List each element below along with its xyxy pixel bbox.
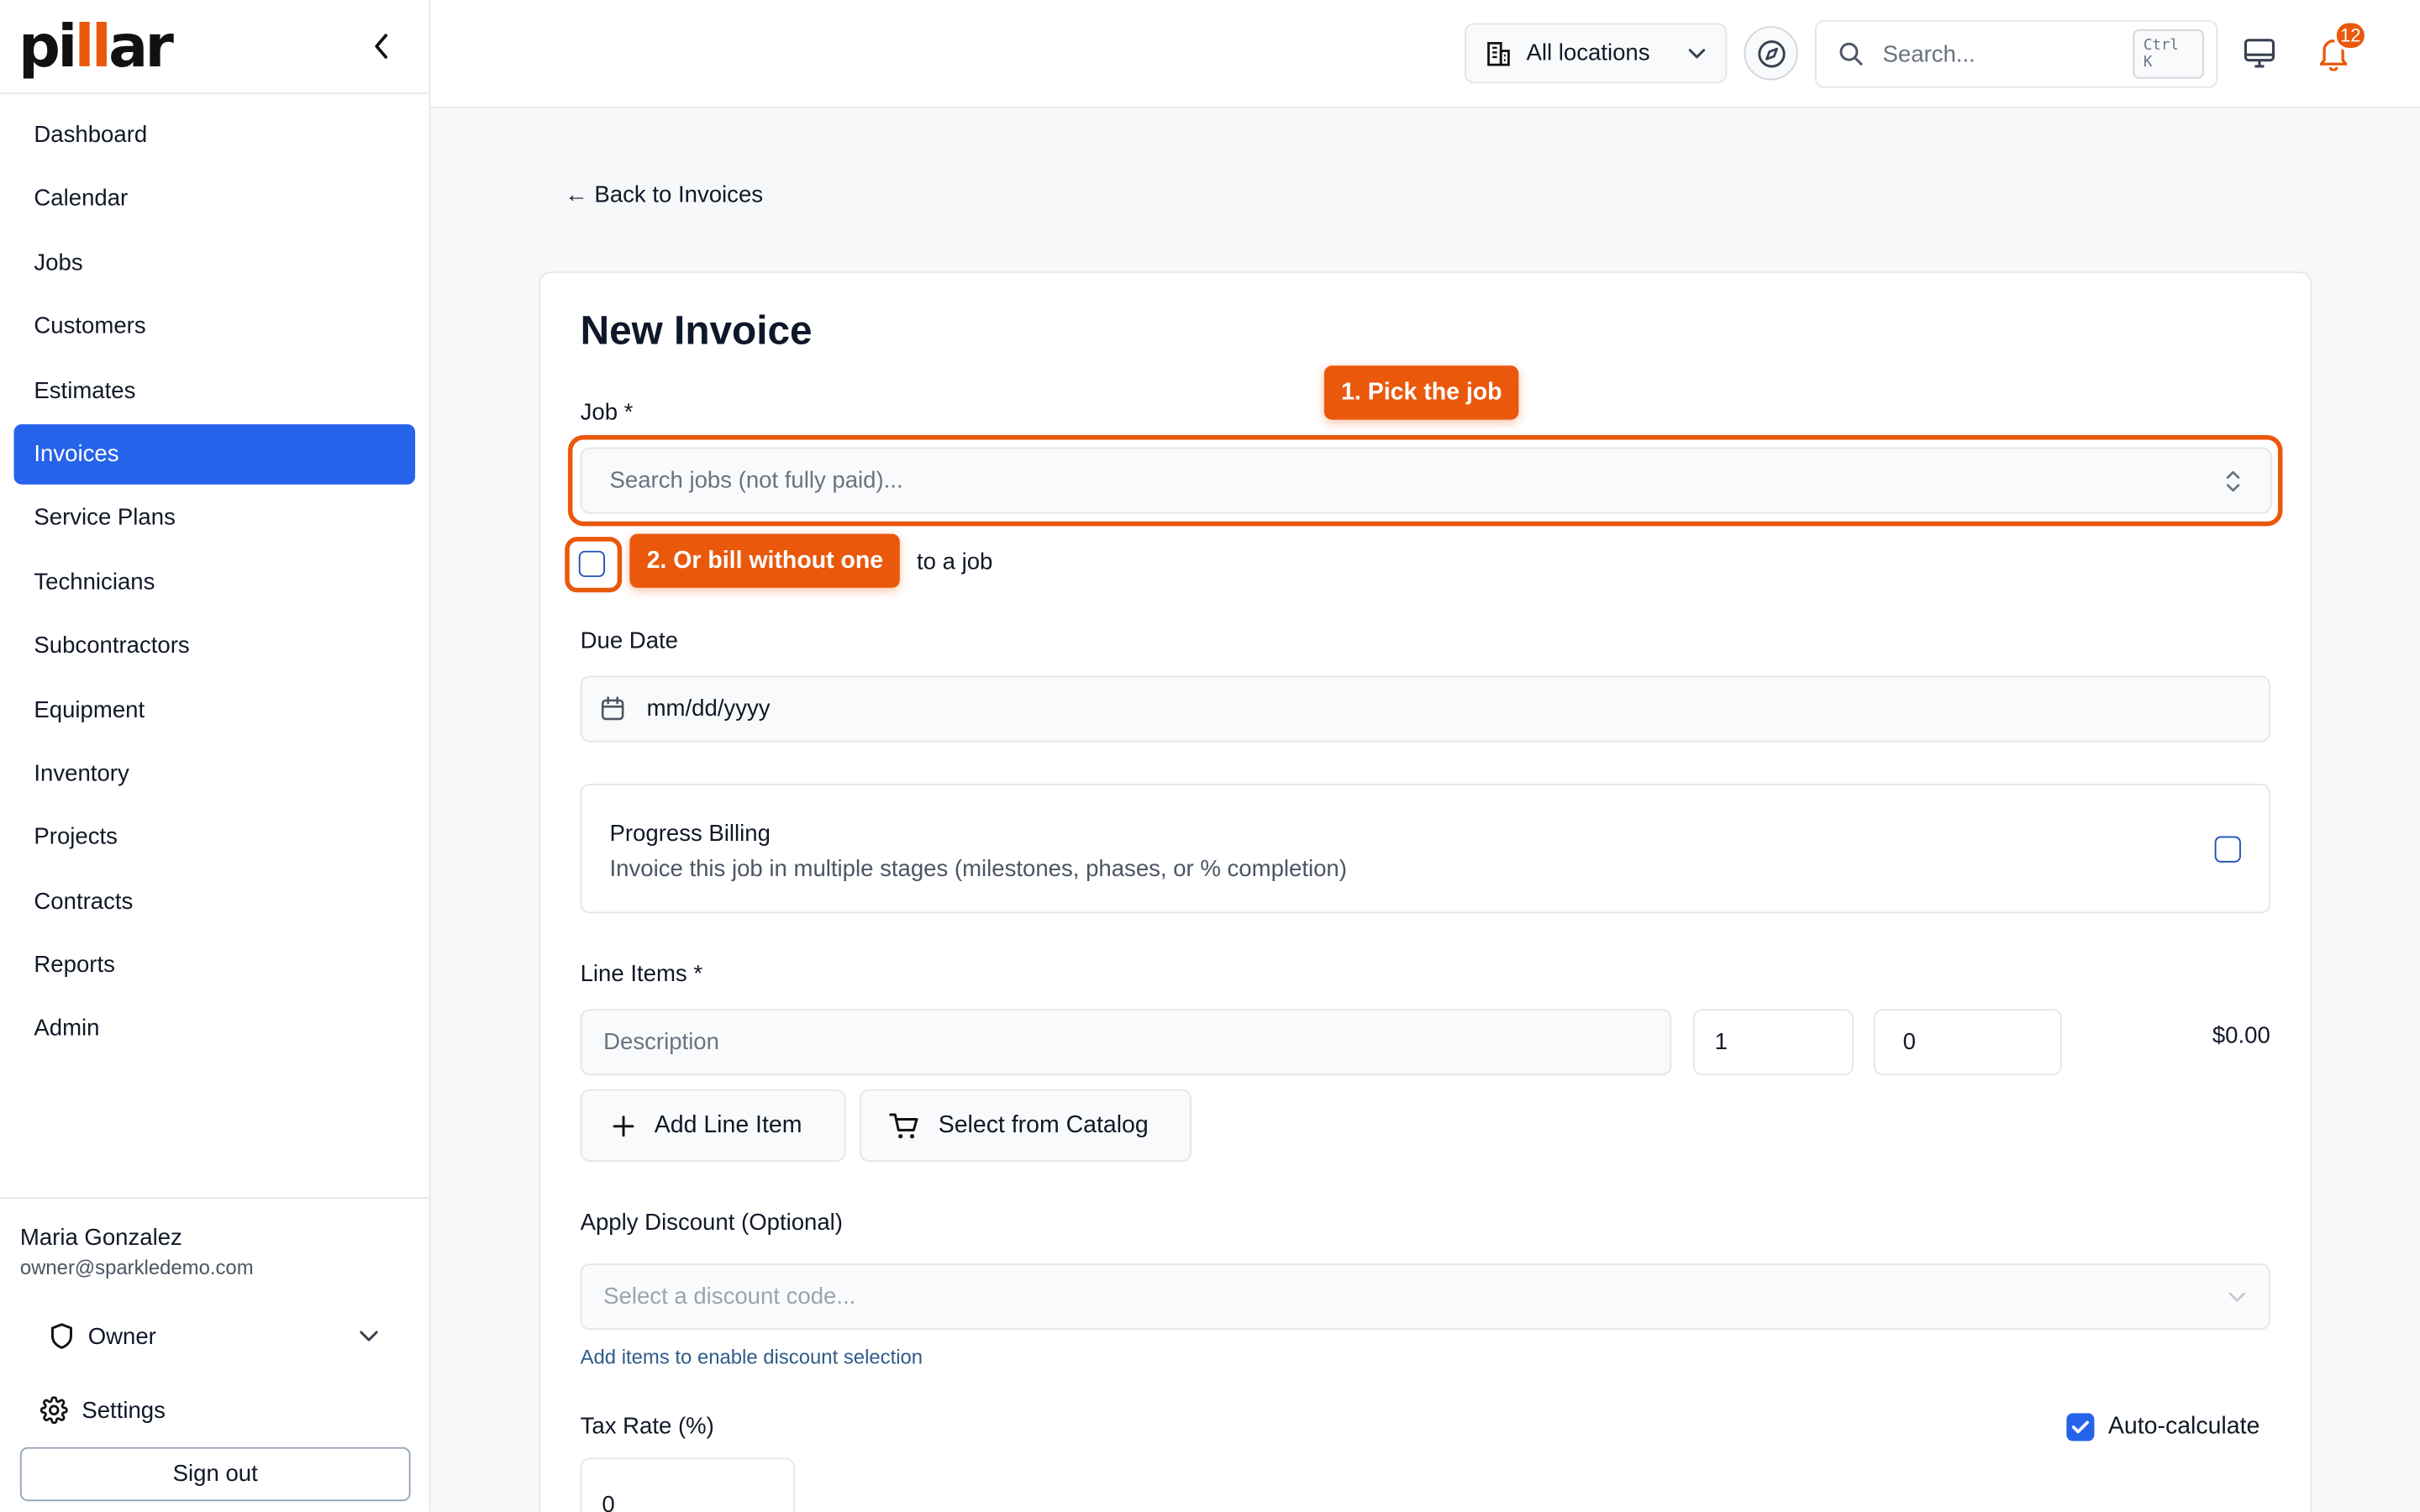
sidebar-item-contracts[interactable]: Contracts xyxy=(14,871,416,932)
line-item-price-input[interactable] xyxy=(1902,1029,2033,1056)
gear-icon xyxy=(39,1396,68,1425)
line-item-description-field[interactable] xyxy=(580,1009,1672,1076)
progress-billing-panel: Progress Billing Invoice this job in mul… xyxy=(580,784,2270,914)
chevron-down-icon xyxy=(360,1331,378,1341)
auto-calculate-toggle[interactable]: Auto-calculate xyxy=(2066,1413,2260,1441)
search-input[interactable] xyxy=(1882,40,2115,67)
sidebar-nav: Dashboard Calendar Jobs Customers Estima… xyxy=(0,94,429,1059)
line-item-quantity-input[interactable] xyxy=(1714,1029,1833,1056)
sign-out-button[interactable]: Sign out xyxy=(19,1446,411,1502)
job-label: Job * xyxy=(580,399,634,426)
select-from-catalog-button[interactable]: Select from Catalog xyxy=(860,1089,1192,1163)
notification-badge: 12 xyxy=(2333,19,2368,51)
explore-button[interactable] xyxy=(1744,26,1798,81)
line-item-quantity-field[interactable] xyxy=(1692,1009,1854,1076)
progress-billing-checkbox[interactable] xyxy=(2214,836,2241,863)
role-selector[interactable]: Owner xyxy=(20,1305,411,1367)
search-icon xyxy=(1839,42,1863,66)
app-root: pillar Dashboard Calendar Jobs Customers… xyxy=(0,0,2420,1512)
sidebar-item-subcontractors[interactable]: Subcontractors xyxy=(14,616,416,676)
chevron-down-icon xyxy=(1688,49,1706,59)
shield-icon xyxy=(50,1323,72,1349)
discount-select[interactable]: Select a discount code... xyxy=(580,1263,2270,1331)
discount-hint: Add items to enable discount selection xyxy=(580,1345,923,1369)
sidebar-header: pillar xyxy=(0,0,429,95)
job-search-input[interactable] xyxy=(609,467,2224,494)
settings-link[interactable]: Settings xyxy=(20,1379,411,1441)
no-job-label: to a job xyxy=(916,549,993,576)
due-date-placeholder: mm/dd/yyyy xyxy=(646,696,771,722)
check-icon xyxy=(2071,1420,2089,1434)
compass-icon xyxy=(1757,39,1785,67)
auto-calculate-checkbox[interactable] xyxy=(2066,1413,2095,1441)
sidebar-item-equipment[interactable]: Equipment xyxy=(14,680,416,740)
location-label: All locations xyxy=(1526,39,1650,66)
callout-pick-job: 1. Pick the job xyxy=(1323,365,1519,420)
cart-icon xyxy=(889,1112,918,1138)
line-item-description-input[interactable] xyxy=(603,1029,1649,1056)
progress-billing-title: Progress Billing xyxy=(609,821,771,848)
sidebar-item-invoices[interactable]: Invoices xyxy=(13,424,416,485)
building-icon xyxy=(1487,41,1510,66)
user-name: Maria Gonzalez xyxy=(19,1225,182,1252)
discount-label: Apply Discount (Optional) xyxy=(580,1209,843,1236)
add-line-item-label: Add Line Item xyxy=(654,1111,802,1138)
line-item-total: $0.00 xyxy=(2212,1022,2270,1049)
pillar-logo[interactable]: pillar xyxy=(18,17,174,76)
sidebar-item-dashboard[interactable]: Dashboard xyxy=(14,105,416,165)
role-label: Owner xyxy=(87,1322,156,1350)
page-title: New Invoice xyxy=(580,307,813,354)
progress-billing-description: Invoice this job in multiple stages (mil… xyxy=(609,856,1347,883)
auto-calculate-label: Auto-calculate xyxy=(2107,1413,2260,1440)
monitor-icon xyxy=(2244,39,2275,68)
sidebar-item-jobs[interactable]: Jobs xyxy=(14,233,416,293)
sidebar-item-technicians[interactable]: Technicians xyxy=(14,552,416,612)
chevron-down-icon xyxy=(2228,1292,2245,1302)
display-mode-button[interactable] xyxy=(2243,37,2276,77)
user-panel: Maria Gonzalez owner@sparkledemo.com Own… xyxy=(0,1197,431,1502)
sidebar-item-reports[interactable]: Reports xyxy=(14,935,416,995)
sidebar-item-inventory[interactable]: Inventory xyxy=(14,743,416,804)
sidebar-item-admin[interactable]: Admin xyxy=(14,999,416,1059)
callout-bill-without-job: 2. Or bill without one xyxy=(629,533,901,588)
job-select[interactable] xyxy=(580,447,2272,514)
tax-rate-field[interactable] xyxy=(580,1457,795,1512)
sidebar-item-service-plans[interactable]: Service Plans xyxy=(14,488,416,549)
chevron-left-icon xyxy=(375,34,388,59)
top-bar: All locations Ctrl K 12 xyxy=(430,0,2420,108)
search-shortcut: Ctrl K xyxy=(2133,29,2204,79)
due-date-label: Due Date xyxy=(580,627,679,654)
discount-placeholder: Select a discount code... xyxy=(603,1284,856,1310)
due-date-field[interactable]: mm/dd/yyyy xyxy=(580,675,2270,743)
sidebar-item-projects[interactable]: Projects xyxy=(14,807,416,868)
sidebar: pillar Dashboard Calendar Jobs Customers… xyxy=(0,0,431,1512)
collapse-sidebar-button[interactable] xyxy=(364,29,397,63)
user-email: owner@sparkledemo.com xyxy=(19,1256,254,1279)
add-line-item-button[interactable]: Add Line Item xyxy=(580,1089,846,1163)
plus-icon xyxy=(613,1115,634,1137)
back-to-invoices-link[interactable]: ← Back to Invoices xyxy=(565,182,763,208)
location-selector[interactable]: All locations xyxy=(1465,23,1728,84)
global-search[interactable]: Ctrl K xyxy=(1814,19,2218,88)
line-item-price-field[interactable] xyxy=(1873,1009,2062,1076)
line-items-label: Line Items * xyxy=(580,961,703,988)
settings-label: Settings xyxy=(82,1397,166,1424)
no-job-checkbox[interactable] xyxy=(578,550,605,577)
select-from-catalog-label: Select from Catalog xyxy=(938,1111,1149,1138)
sidebar-item-calendar[interactable]: Calendar xyxy=(14,169,416,229)
chevron-up-down-icon xyxy=(2227,470,2240,491)
tax-rate-label: Tax Rate (%) xyxy=(580,1413,714,1440)
sidebar-item-customers[interactable]: Customers xyxy=(14,297,416,357)
tax-rate-input[interactable] xyxy=(602,1492,774,1512)
calendar-icon xyxy=(601,696,624,721)
sidebar-item-estimates[interactable]: Estimates xyxy=(14,360,416,421)
